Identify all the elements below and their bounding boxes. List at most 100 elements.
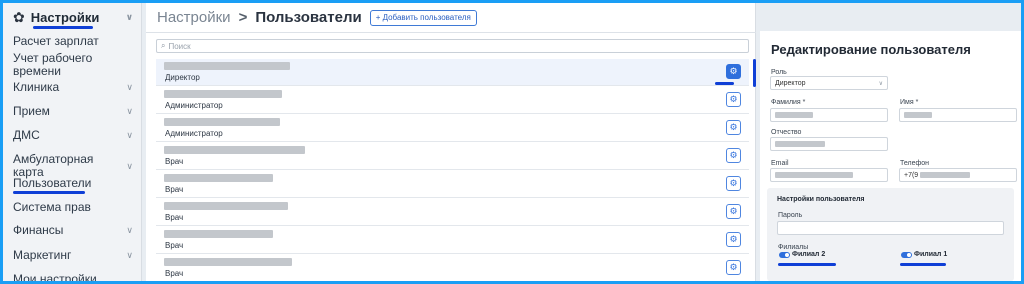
user-settings-button[interactable]: ⚙	[726, 92, 741, 107]
user-settings-button[interactable]: ⚙	[726, 204, 741, 219]
user-settings-button[interactable]: ⚙	[726, 64, 741, 79]
email-field[interactable]	[770, 168, 888, 182]
sidebar-item-label: Клиника	[13, 80, 60, 94]
redacted-value	[775, 112, 813, 118]
role-value: Директор	[775, 79, 806, 87]
search-placeholder: Поиск	[168, 41, 191, 51]
phone-value: +7(9	[904, 171, 919, 179]
breadcrumb-root[interactable]: Настройки	[157, 9, 231, 26]
redacted-value	[920, 172, 971, 178]
branch-1-label: Филиал 1	[914, 251, 948, 258]
gear-icon: ⚙	[729, 122, 738, 132]
branch-1-toggle[interactable]	[901, 252, 912, 258]
user-name-redacted	[164, 146, 305, 154]
gear-icon: ⚙	[729, 94, 738, 104]
table-row[interactable]: Директор ⚙	[156, 59, 749, 86]
redacted-value	[775, 172, 853, 178]
chevron-down-icon: ∨	[126, 106, 133, 116]
table-row[interactable]: Врач ⚙	[156, 171, 749, 198]
user-settings-section: Настройки пользователя Пароль Филиалы Фи…	[767, 188, 1014, 281]
user-role: Администратор	[165, 129, 223, 138]
user-settings-button[interactable]: ⚙	[726, 176, 741, 191]
user-name-redacted	[164, 230, 273, 238]
table-row[interactable]: Врач ⚙	[156, 255, 749, 281]
sidebar-item-label: Финансы	[13, 223, 64, 237]
gear-icon: ⚙	[729, 206, 738, 216]
sidebar-item-appointment[interactable]: Прием ∨	[13, 105, 137, 118]
scrollbar[interactable]	[753, 59, 756, 87]
password-label: Пароль	[778, 212, 803, 219]
users-list-panel: Настройки > Пользователи + Добавить поль…	[146, 3, 756, 281]
sidebar-item-label: Пользователи	[13, 176, 92, 190]
firstname-field[interactable]	[899, 108, 1017, 122]
sidebar-item-settings[interactable]: ✿ Настройки ∨	[13, 9, 137, 25]
gear-icon: ⚙	[729, 66, 738, 76]
user-name-redacted	[164, 62, 290, 70]
role-label: Роль	[771, 69, 787, 76]
redacted-value	[775, 141, 825, 147]
underline-highlight	[33, 26, 93, 29]
branches-label: Филиалы	[778, 244, 809, 251]
sidebar-item-my-settings[interactable]: Мои настройки	[13, 272, 137, 282]
branch-2-toggle[interactable]	[779, 252, 790, 258]
add-user-button[interactable]: + Добавить пользователя	[369, 9, 477, 26]
sidebar-item-label: ДМС	[13, 128, 40, 142]
user-role: Врач	[165, 213, 184, 222]
breadcrumb-separator: >	[238, 9, 248, 26]
user-name-redacted	[164, 258, 292, 266]
chevron-down-icon: ∨	[126, 160, 133, 171]
chevron-down-icon: ∨	[126, 130, 133, 140]
user-name-redacted	[164, 90, 282, 98]
user-settings-button[interactable]: ⚙	[726, 260, 741, 275]
panel-title: Редактирование пользователя	[771, 42, 971, 57]
sidebar-item-time-tracking[interactable]: Учет рабочего времени	[13, 52, 137, 78]
chevron-down-icon: ∨	[126, 225, 133, 235]
patronymic-field[interactable]	[770, 137, 888, 151]
underline-highlight	[13, 191, 85, 194]
chevron-down-icon: ∨	[126, 250, 133, 260]
table-row[interactable]: Врач ⚙	[156, 227, 749, 254]
gear-icon: ⚙	[729, 262, 738, 272]
password-field[interactable]	[777, 221, 1004, 235]
sidebar-item-users[interactable]: Пользователи	[13, 177, 137, 190]
branch-2-label: Филиал 2	[792, 251, 826, 258]
lastname-field[interactable]	[770, 108, 888, 122]
sidebar-item-label: Расчет зарплат	[13, 34, 99, 48]
user-settings-button[interactable]: ⚙	[726, 148, 741, 163]
table-row[interactable]: Администратор ⚙	[156, 115, 749, 142]
sidebar-item-label: Мои настройки	[13, 272, 97, 282]
sidebar-item-permissions[interactable]: Система прав	[13, 201, 137, 214]
gear-icon: ⚙	[729, 178, 738, 188]
sidebar-item-payroll[interactable]: Расчет зарплат	[13, 35, 137, 48]
user-settings-button[interactable]: ⚙	[726, 232, 741, 247]
gear-icon: ⚙	[729, 150, 738, 160]
user-role: Врач	[165, 241, 184, 250]
user-name-redacted	[164, 202, 288, 210]
underline-highlight	[900, 263, 946, 266]
underline-highlight	[715, 82, 734, 85]
user-name-redacted	[164, 118, 280, 126]
chevron-down-icon: ∨	[878, 81, 883, 87]
chevron-down-icon: ∨	[125, 12, 133, 22]
edit-user-panel: Редактирование пользователя Роль Директо…	[760, 31, 1021, 281]
section-title: Настройки пользователя	[777, 196, 865, 203]
role-select[interactable]: Директор ∨	[770, 76, 888, 90]
sidebar-item-finance[interactable]: Финансы ∨	[13, 224, 137, 237]
phone-label: Телефон	[900, 160, 930, 167]
phone-field[interactable]: +7(9	[899, 168, 1017, 182]
sidebar-item-dms[interactable]: ДМС ∨	[13, 129, 137, 142]
sidebar-item-label: Прием	[13, 104, 50, 118]
search-input[interactable]: ⌕ Поиск	[156, 39, 749, 53]
gear-icon: ✿	[13, 9, 25, 25]
table-row[interactable]: Врач ⚙	[156, 199, 749, 226]
sidebar-item-marketing[interactable]: Маркетинг ∨	[13, 249, 137, 262]
user-settings-button[interactable]: ⚙	[726, 120, 741, 135]
search-icon: ⌕	[161, 41, 166, 50]
firstname-label: Имя *	[900, 99, 919, 106]
sidebar-item-clinic[interactable]: Клиника ∨	[13, 81, 137, 94]
user-role: Врач	[165, 269, 184, 278]
user-role: Администратор	[165, 101, 223, 110]
table-row[interactable]: Администратор ⚙	[156, 87, 749, 114]
table-row[interactable]: Врач ⚙	[156, 143, 749, 170]
email-label: Email	[771, 160, 789, 167]
